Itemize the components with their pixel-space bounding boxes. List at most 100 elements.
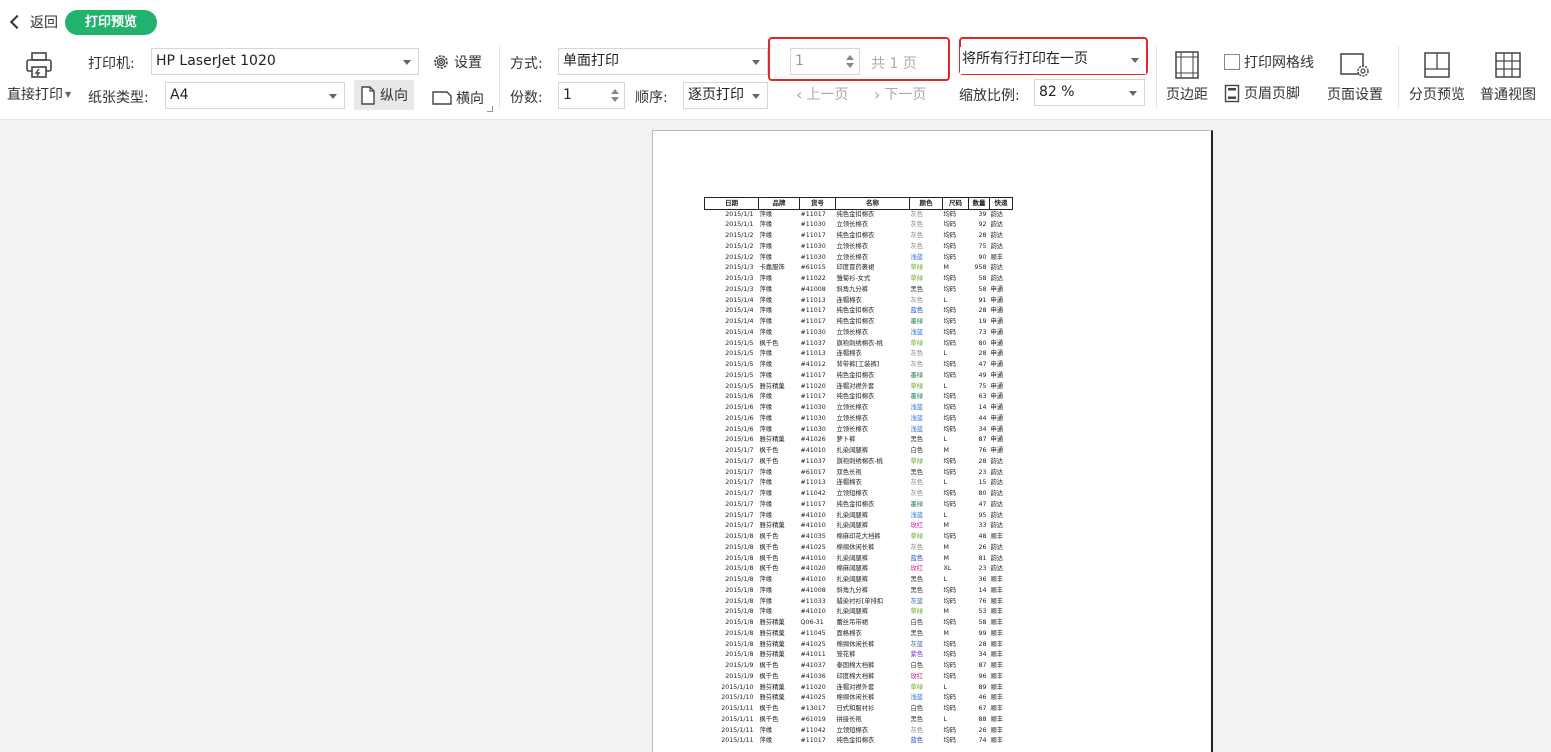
table-cell: 申通 bbox=[990, 285, 1004, 293]
table-cell: 韵达 bbox=[990, 221, 1004, 229]
table-cell: 浅蓝 bbox=[910, 425, 924, 433]
table-row: 2015/1/4 萍缘 #11017 纯色金扣棉衣 蓝色 均码 28 申通 bbox=[705, 306, 1013, 317]
table-cell: 雅芬精菓 bbox=[759, 640, 785, 648]
table-cell: 面格棉衣 bbox=[836, 629, 862, 637]
fit-to-page-select[interactable]: 将所有行打印在一页 bbox=[960, 47, 1146, 74]
table-cell: 34 bbox=[978, 425, 987, 433]
table-cell: 均码 bbox=[943, 339, 957, 347]
order-select[interactable]: 逐页打印 bbox=[683, 82, 768, 109]
table-cell: 韵达 bbox=[990, 490, 1004, 498]
zoom-select[interactable]: 82 % bbox=[1034, 79, 1145, 106]
next-page-button[interactable]: › 下一页 bbox=[874, 84, 926, 104]
table-row: 2015/1/7 萍缘 #11017 纯色金扣棉衣 墨绿 均码 47 韵达 bbox=[705, 500, 1013, 511]
table-cell: #11030 bbox=[800, 221, 826, 229]
table-cell: 申通 bbox=[990, 404, 1004, 412]
header-footer-button[interactable]: 页眉页脚 bbox=[1224, 83, 1300, 103]
direct-print-button[interactable]: 直接打印 ▼ bbox=[7, 50, 71, 104]
table-cell: 顺丰 bbox=[990, 705, 1004, 713]
decrement-arrow-icon[interactable] bbox=[846, 63, 854, 68]
table-cell: 棉绸休闲长裤 bbox=[836, 543, 875, 551]
table-cell: 87 bbox=[978, 436, 987, 444]
table-cell: #11013 bbox=[800, 350, 826, 358]
table-cell: 88 bbox=[978, 715, 987, 723]
increment-arrow-icon[interactable] bbox=[611, 89, 619, 94]
table-cell: 泰国棉大裆裤 bbox=[836, 662, 875, 670]
table-cell: 立领长棉衣 bbox=[836, 404, 868, 412]
table-cell: M bbox=[943, 608, 949, 616]
prev-page-button[interactable]: ‹ 上一页 bbox=[796, 84, 848, 104]
print-gridlines-checkbox[interactable]: 打印网格线 bbox=[1224, 52, 1314, 72]
printer-select[interactable]: HP LaserJet 1020 bbox=[151, 48, 419, 75]
table-cell: 91 bbox=[978, 296, 987, 304]
landscape-button[interactable]: 横向 bbox=[432, 88, 484, 108]
table-cell: 纯色金扣棉衣 bbox=[836, 393, 875, 401]
table-cell: 2015/1/7 bbox=[725, 468, 754, 476]
table-cell: 34 bbox=[978, 651, 987, 659]
copies-stepper[interactable]: 1 bbox=[558, 82, 625, 109]
table-cell: 2015/1/4 bbox=[725, 328, 754, 336]
table-row: 2015/1/5 枫千色 #11037 旗袍刺绣棉衣-桃 草绿 均码 80 申通 bbox=[705, 339, 1013, 350]
table-cell: 萍缘 bbox=[759, 328, 773, 336]
table-cell: #11017 bbox=[800, 500, 826, 508]
table-cell: 均码 bbox=[943, 253, 957, 261]
normal-view-label: 普通视图 bbox=[1480, 87, 1536, 103]
page-setup-icon bbox=[1340, 53, 1369, 77]
decrement-arrow-icon[interactable] bbox=[611, 97, 619, 102]
divider bbox=[1398, 46, 1399, 108]
table-cell: 2015/1/3 bbox=[725, 264, 754, 272]
table-cell: #41010 bbox=[800, 554, 826, 562]
table-cell: 2015/1/3 bbox=[725, 285, 754, 293]
table-cell: #11030 bbox=[800, 404, 826, 412]
table-cell: L bbox=[943, 479, 948, 487]
group-expand-icon[interactable] bbox=[487, 106, 493, 112]
table-cell: 萍缘 bbox=[759, 210, 773, 218]
table-cell: 28 bbox=[978, 457, 987, 465]
table-cell: 均码 bbox=[943, 726, 957, 734]
grid-view-icon bbox=[1495, 52, 1521, 78]
portrait-button[interactable]: 纵向 bbox=[354, 80, 414, 110]
table-cell: #41010 bbox=[800, 447, 826, 455]
margins-button[interactable]: 页边距 bbox=[1166, 50, 1208, 104]
table-row: 2015/1/8 雅芬精菓 Q06-31 蕾丝吊带裙 白色 均码 58 顺丰 bbox=[705, 618, 1013, 629]
table-cell: 韵达 bbox=[990, 543, 1004, 551]
settings-button[interactable]: 设置 bbox=[432, 52, 482, 72]
table-cell: 萍缘 bbox=[759, 350, 773, 358]
table-cell: M bbox=[943, 522, 949, 530]
table-cell: #11022 bbox=[800, 275, 826, 283]
table-cell: 2015/1/6 bbox=[725, 404, 754, 412]
table-cell: 纯色金扣棉衣 bbox=[836, 318, 875, 326]
table-cell: 蜡染衬衫[单排扣 bbox=[836, 597, 884, 605]
table-cell: 雅芬精菓 bbox=[759, 436, 785, 444]
table-cell: 75 bbox=[978, 382, 987, 390]
table-cell: 棉绸休闲长裤 bbox=[836, 694, 875, 702]
table-cell: 灰色 bbox=[910, 350, 924, 358]
current-page-stepper[interactable]: 1 bbox=[790, 48, 860, 75]
table-cell: 黑色 bbox=[910, 576, 924, 584]
table-cell: #11017 bbox=[800, 371, 826, 379]
table-cell: #41020 bbox=[800, 565, 826, 573]
table-cell: #41037 bbox=[800, 662, 826, 670]
table-cell: 2015/1/9 bbox=[725, 662, 754, 670]
table-cell: 顺丰 bbox=[990, 640, 1004, 648]
back-button[interactable]: 返回 bbox=[8, 12, 58, 32]
table-row: 2015/1/8 萍缘 #41010 扎染阔腿裤 黑色 L 36 顺丰 bbox=[705, 575, 1013, 586]
page-setup-button[interactable]: 页面设置 bbox=[1327, 50, 1383, 104]
table-cell: 均码 bbox=[943, 361, 957, 369]
page-break-preview-button[interactable]: 分页预览 bbox=[1409, 50, 1465, 104]
table-cell: #11017 bbox=[800, 318, 826, 326]
table-cell: 33 bbox=[978, 522, 987, 530]
table-cell: #11013 bbox=[800, 479, 826, 487]
table-cell: #41025 bbox=[800, 543, 826, 551]
table-cell: 印度棉大裆裤 bbox=[836, 672, 875, 680]
normal-view-button[interactable]: 普通视图 bbox=[1480, 50, 1536, 104]
table-cell: 立领长棉衣 bbox=[836, 425, 868, 433]
table-cell: 均码 bbox=[943, 285, 957, 293]
paper-type-select[interactable]: A4 bbox=[165, 82, 345, 109]
method-select[interactable]: 单面打印 bbox=[558, 48, 768, 75]
increment-arrow-icon[interactable] bbox=[846, 55, 854, 60]
prev-page-label: 上一页 bbox=[806, 87, 849, 103]
table-cell: XL bbox=[943, 565, 952, 573]
page-setup-label: 页面设置 bbox=[1327, 87, 1383, 103]
portrait-label: 纵向 bbox=[380, 88, 408, 104]
table-cell: 28 bbox=[978, 232, 987, 240]
